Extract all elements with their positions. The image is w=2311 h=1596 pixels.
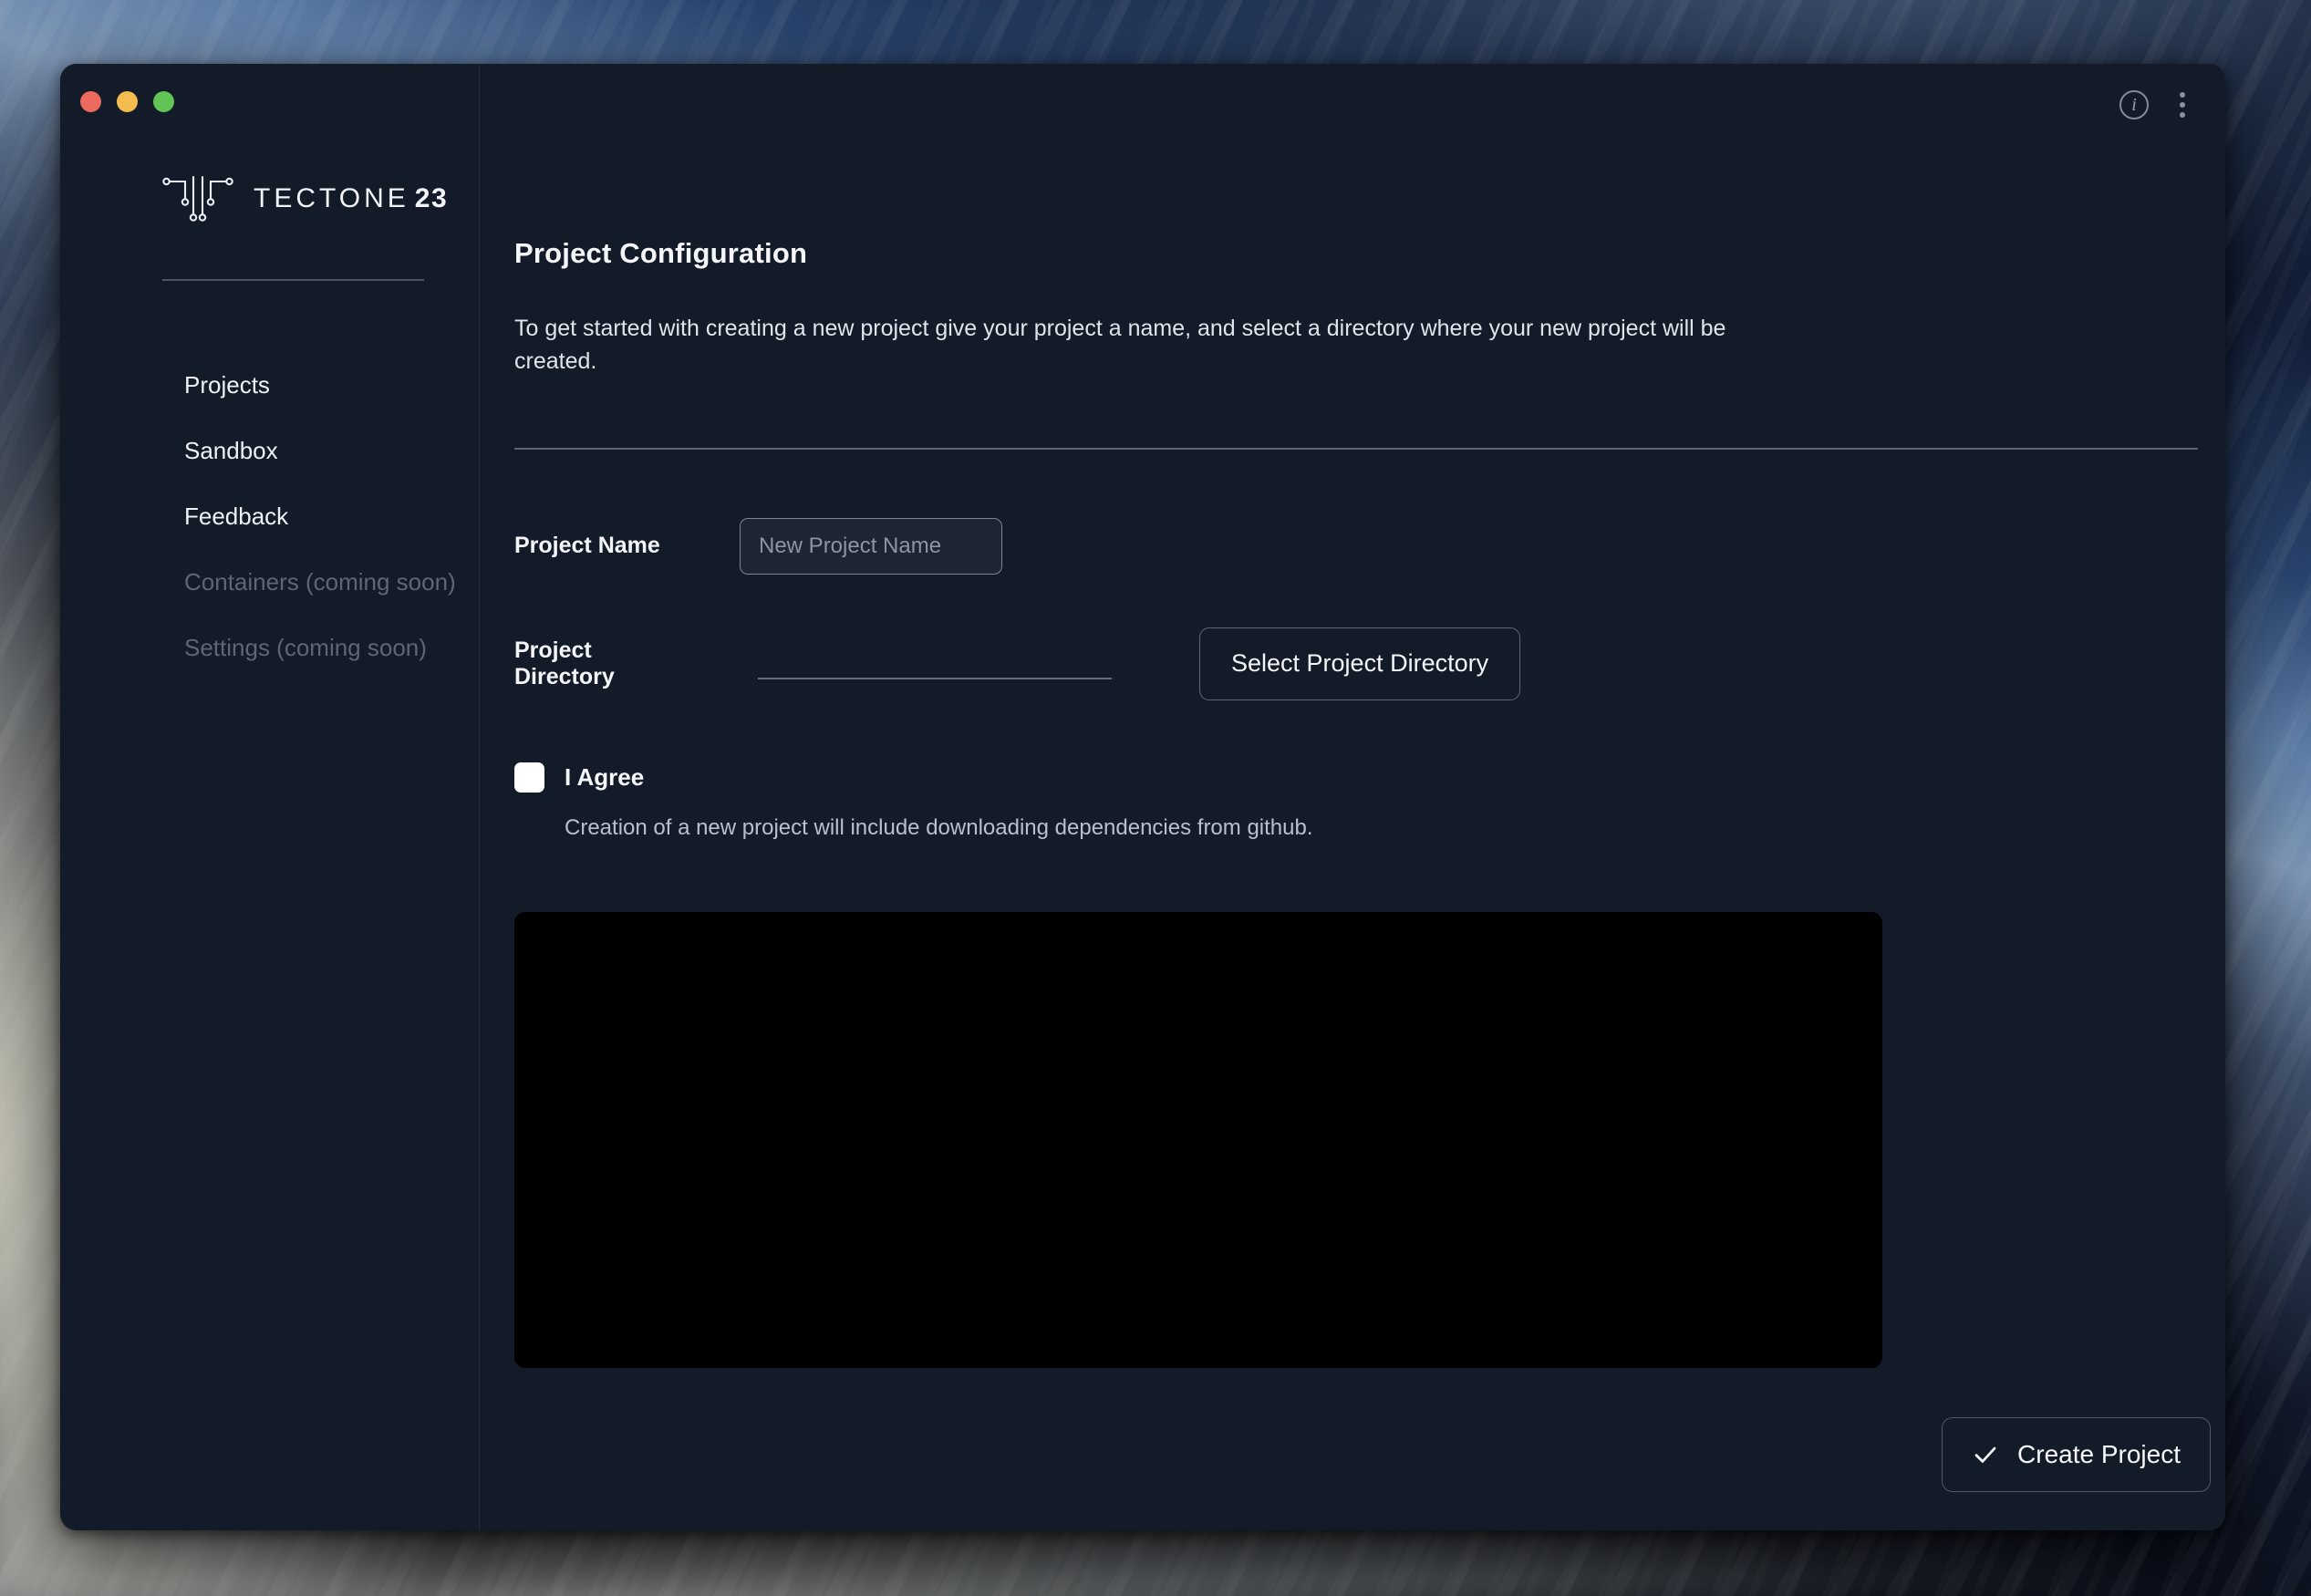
page-description: To get started with creating a new proje… [514, 316, 1726, 375]
kebab-dot-3 [2180, 112, 2185, 118]
agree-label: I Agree [565, 762, 645, 791]
project-name-input[interactable] [740, 517, 1002, 575]
sidebar-item-label: Containers (coming soon) [184, 567, 456, 596]
project-directory-row: Project Directory Select Project Directo… [514, 627, 2198, 700]
kebab-dot-2 [2180, 102, 2185, 108]
sidebar: TECTONE 23 Projects Sandbox Feedback Cont… [60, 64, 480, 1530]
agreement-note: Creation of a new project will include d… [565, 814, 1313, 840]
select-project-directory-button[interactable]: Select Project Directory [1199, 627, 1521, 700]
agreement-block: I Agree Creation of a new project will i… [514, 762, 2198, 841]
desktop-wallpaper: i TECTONE 23 Projects Sandbox Feedback C… [0, 0, 2311, 1596]
create-project-button[interactable]: Create Project [1942, 1417, 2211, 1492]
close-window-button[interactable] [80, 91, 101, 112]
project-directory-label: Project Directory [514, 637, 615, 689]
circuit-trace-logo-icon [162, 173, 233, 224]
sidebar-item-settings: Settings (coming soon) [60, 615, 479, 680]
sidebar-item-projects[interactable]: Projects [60, 352, 479, 418]
brand-number: 23 [414, 183, 449, 213]
project-name-row: Project Name [514, 517, 2198, 575]
window-controls [80, 91, 174, 112]
sidebar-divider [162, 279, 424, 281]
sidebar-item-sandbox[interactable]: Sandbox [60, 418, 479, 483]
sidebar-item-label: Settings (coming soon) [184, 633, 427, 661]
sidebar-item-containers: Containers (coming soon) [60, 549, 479, 615]
titlebar-actions: i [2119, 89, 2192, 120]
sidebar-navigation: Projects Sandbox Feedback Containers (co… [60, 352, 479, 680]
create-project-label: Create Project [2017, 1440, 2181, 1468]
project-name-label: Project Name [514, 533, 660, 558]
check-icon [1972, 1441, 1999, 1468]
minimize-window-button[interactable] [117, 91, 138, 112]
maximize-window-button[interactable] [153, 91, 174, 112]
content-divider [514, 447, 2198, 450]
sidebar-item-label: Sandbox [184, 436, 278, 464]
output-console-panel[interactable] [514, 911, 1882, 1368]
sidebar-item-label: Feedback [184, 502, 289, 530]
brand-logo: TECTONE 23 [60, 151, 479, 222]
kebab-menu-icon[interactable] [2172, 89, 2192, 120]
page-title: Project Configuration [514, 237, 808, 269]
agreement-row: I Agree [514, 762, 2198, 793]
sidebar-item-label: Projects [184, 370, 270, 399]
agree-checkbox[interactable] [514, 762, 544, 793]
info-icon[interactable]: i [2119, 90, 2149, 119]
kebab-dot-1 [2180, 92, 2185, 98]
brand-name: TECTONE 23 [254, 183, 448, 214]
application-window: i TECTONE 23 Projects Sandbox Feedback C… [60, 64, 2225, 1530]
sidebar-item-feedback[interactable]: Feedback [60, 483, 479, 549]
brand-word: TECTONE [254, 183, 409, 213]
main-content: Project Configuration To get started wit… [480, 64, 2225, 1530]
project-directory-value [758, 648, 1112, 679]
